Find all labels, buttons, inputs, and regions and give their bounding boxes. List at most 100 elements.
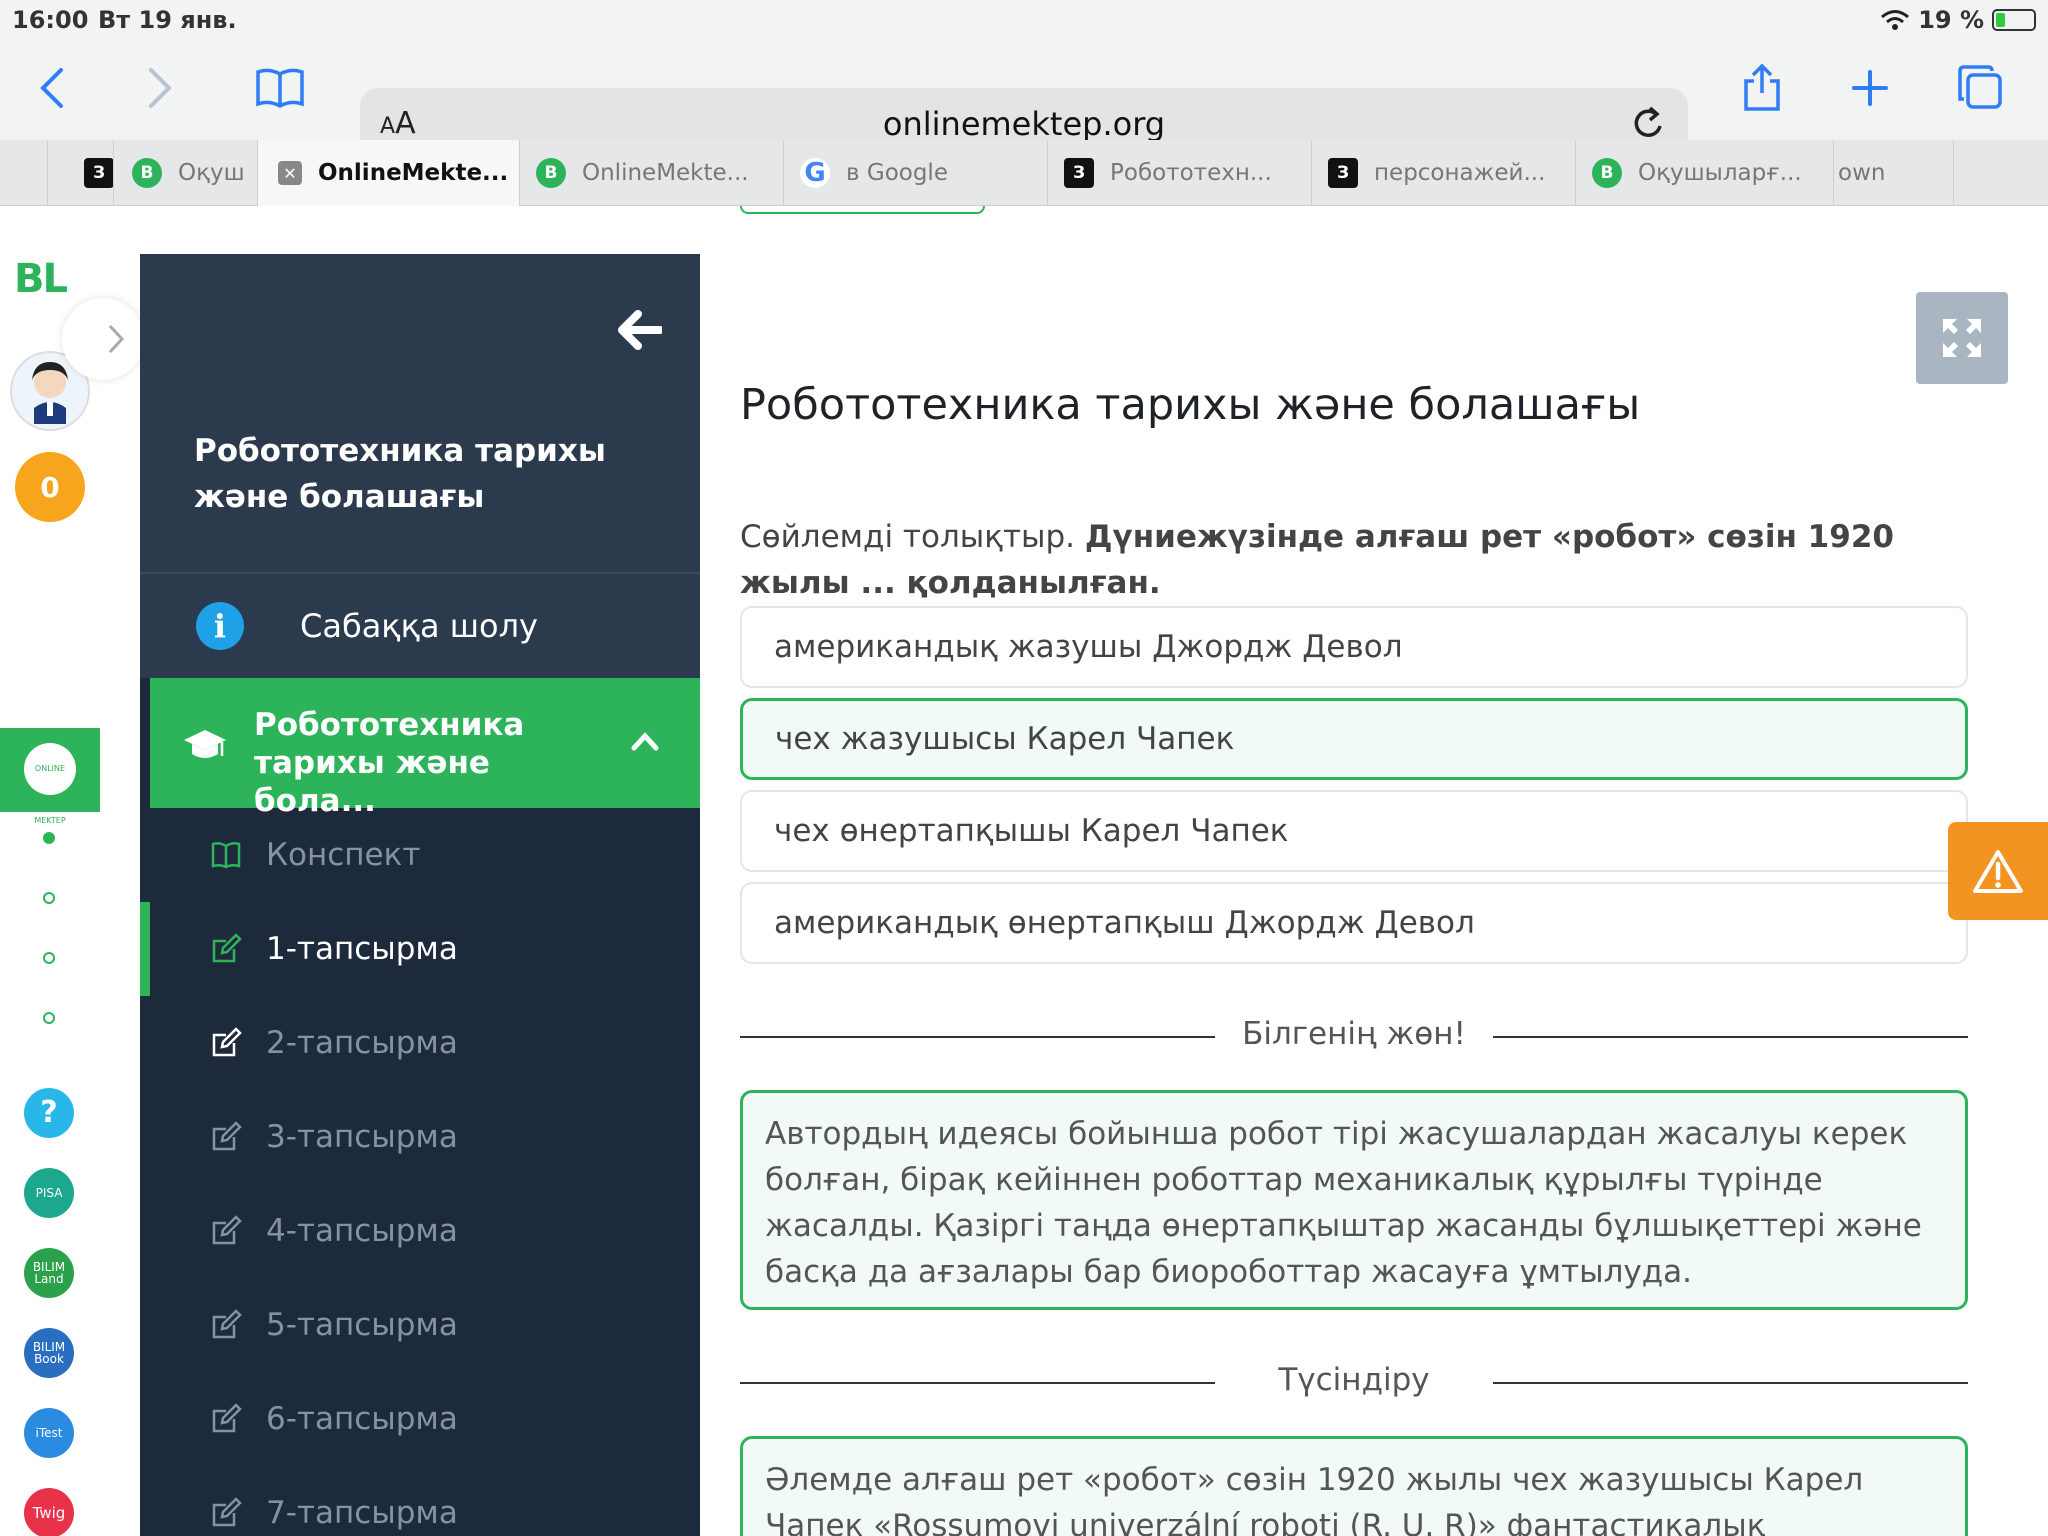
bl-logo[interactable]: BL <box>14 256 68 302</box>
tab-7[interactable]: Зперсонажей... <box>1312 140 1576 206</box>
status-bar: 16:00 Вт 19 янв. 19 % <box>0 0 2048 40</box>
itest-badge[interactable]: iTest <box>24 1408 74 1458</box>
task-label: 2-тапсырма <box>266 1025 458 1061</box>
battery-percent: 19 % <box>1918 6 1984 34</box>
back-icon[interactable] <box>22 58 82 118</box>
task-item-3[interactable]: 3-тапсырма <box>150 1090 700 1184</box>
fullscreen-button[interactable] <box>1916 292 2008 384</box>
task-item-5[interactable]: 5-тапсырма <box>150 1278 700 1372</box>
status-date: Вт 19 янв. <box>98 6 237 34</box>
tab-3-active[interactable]: ✕ OnlineMekte... <box>258 140 520 206</box>
edit-icon <box>212 1309 242 1339</box>
explain-heading: Түсіндіру <box>1278 1362 1430 1398</box>
section-header[interactable]: Робототехника тарихы және бола... <box>150 678 700 819</box>
status-time: 16:00 <box>12 6 89 34</box>
top-button-edge[interactable] <box>740 206 985 214</box>
new-tab-icon[interactable] <box>1840 58 1900 118</box>
tab-label: OnlineMekte... <box>318 160 509 186</box>
tab-bar-spacer <box>0 140 48 205</box>
nav-dot-1[interactable] <box>43 832 55 844</box>
arrow-left-icon[interactable] <box>618 310 662 350</box>
tab-8[interactable]: B Оқушыларғ... <box>1576 140 1834 206</box>
chevron-right-icon <box>108 324 125 354</box>
edit-icon <box>212 933 242 963</box>
tab-label: Оқушыларғ... <box>1638 160 1802 186</box>
task-label: 5-тапсырма <box>266 1307 458 1343</box>
question-prefix: Сөйлемді толықтыр. <box>740 519 1076 555</box>
lesson-sidebar: Робототехника тарихы және болашағы i Саб… <box>140 254 700 1536</box>
bilimland-favicon-icon: B <box>132 158 162 188</box>
task-label: 1-тапсырма <box>266 931 458 967</box>
battery-icon <box>1992 9 2036 31</box>
edit-icon <box>212 1403 242 1433</box>
forward-icon[interactable] <box>130 58 190 118</box>
tab-4[interactable]: B OnlineMekte... <box>520 140 784 206</box>
task-label: 3-тапсырма <box>266 1119 458 1155</box>
expand-arrows-icon <box>1943 319 1981 357</box>
task-label: 4-тапсырма <box>266 1213 458 1249</box>
task-label: 7-тапсырма <box>266 1495 458 1531</box>
tab-bar: З B Оқуш ✕ OnlineMekte... B OnlineMekte... … <box>0 140 2048 206</box>
twig-badge[interactable]: Twig <box>24 1488 74 1536</box>
task-item-6[interactable]: 6-тапсырма <box>150 1372 700 1466</box>
task-label: Конспект <box>266 837 421 873</box>
tab-label: в Google <box>846 160 948 186</box>
online-mektep-button[interactable]: ONLINE MEKTEP <box>0 728 100 825</box>
tab-5[interactable]: Gв Google <box>784 140 1048 206</box>
lesson-overview-item[interactable]: i Сабаққа шолу <box>140 572 700 678</box>
tabs-overview-icon[interactable] <box>1950 58 2010 118</box>
task-item-7[interactable]: 7-тапсырма <box>150 1466 700 1536</box>
task-list: Конспект 1-тапсырма 2-тапсырма 3-тапсырм… <box>140 808 700 1536</box>
close-tab-icon[interactable]: ✕ <box>278 161 302 185</box>
left-rail: BL 0 ONLINE MEKTEP ? PISA BILIM Land BIL… <box>0 206 100 1536</box>
main-content: Робототехника тарихы және болашағы Сөйле… <box>700 206 2008 1536</box>
graduation-cap-icon <box>184 730 226 758</box>
task-item-2[interactable]: 2-тапсырма <box>150 996 700 1090</box>
know-divider: Білгенің жөн! <box>740 1016 1968 1056</box>
lesson-title: Робототехника тарихы және болашағы <box>194 433 606 515</box>
browser-toolbar: AA onlinemektep.org <box>0 40 2048 160</box>
tab-label: own <box>1838 160 1886 186</box>
task-item-1[interactable]: 1-тапсырма <box>140 902 700 996</box>
nav-dot-3[interactable] <box>43 952 55 964</box>
page-title: Робототехника тарихы және болашағы <box>740 380 1641 430</box>
question-text: Сөйлемді толықтыр. Дүниежүзінде алғаш ре… <box>740 514 1980 606</box>
zoom-favicon-icon: З <box>1064 158 1094 188</box>
task-label: 6-тапсырма <box>266 1401 458 1437</box>
know-heading: Білгенің жөн! <box>1242 1016 1466 1052</box>
answer-option-1[interactable]: американдық жазушы Джордж Девол <box>740 606 1968 688</box>
report-problem-button[interactable] <box>1948 822 2048 920</box>
tab-label: OnlineMekte... <box>582 160 749 186</box>
edit-icon <box>212 1121 242 1151</box>
tab-1[interactable]: З <box>48 140 114 206</box>
status-right: 19 % <box>1880 6 2036 34</box>
url-text: onlinemektep.org <box>882 105 1166 143</box>
explain-divider: Түсіндіру <box>740 1362 1968 1402</box>
answer-option-2-correct[interactable]: чех жазушысы Карел Чапек <box>740 698 1968 780</box>
share-icon[interactable] <box>1732 58 1792 118</box>
bilimland-badge[interactable]: BILIM Land <box>24 1248 74 1298</box>
help-button[interactable]: ? <box>24 1088 74 1138</box>
edit-icon <box>212 1027 242 1057</box>
bilimland-favicon-icon: B <box>536 158 566 188</box>
pisa-badge[interactable]: PISA <box>24 1168 74 1218</box>
bookmarks-icon[interactable] <box>250 58 310 118</box>
answer-option-3[interactable]: чех өнертапқышы Карел Чапек <box>740 790 1968 872</box>
task-item-konspekt[interactable]: Конспект <box>150 808 700 902</box>
zoom-favicon-icon: З <box>1328 158 1358 188</box>
tab-label: персонажей... <box>1374 160 1546 186</box>
expand-rail-button[interactable] <box>62 298 144 380</box>
nav-dot-4[interactable] <box>43 1012 55 1024</box>
tab-label: Оқуш <box>178 160 245 186</box>
tab-9[interactable]: own <box>1834 140 1954 206</box>
chevron-up-icon[interactable] <box>630 726 660 756</box>
user-avatar-icon <box>32 362 68 424</box>
coins-badge[interactable]: 0 <box>15 452 85 522</box>
nav-dot-2[interactable] <box>43 892 55 904</box>
tab-6[interactable]: З Робототехн... <box>1048 140 1312 206</box>
tab-2[interactable]: B Оқуш <box>114 140 258 206</box>
bilimbook-badge[interactable]: BILIM Book <box>24 1328 74 1378</box>
task-item-4[interactable]: 4-тапсырма <box>150 1184 700 1278</box>
answer-option-4[interactable]: американдық өнертапқыш Джордж Девол <box>740 882 1968 964</box>
bilimland-favicon-icon: B <box>1592 158 1622 188</box>
